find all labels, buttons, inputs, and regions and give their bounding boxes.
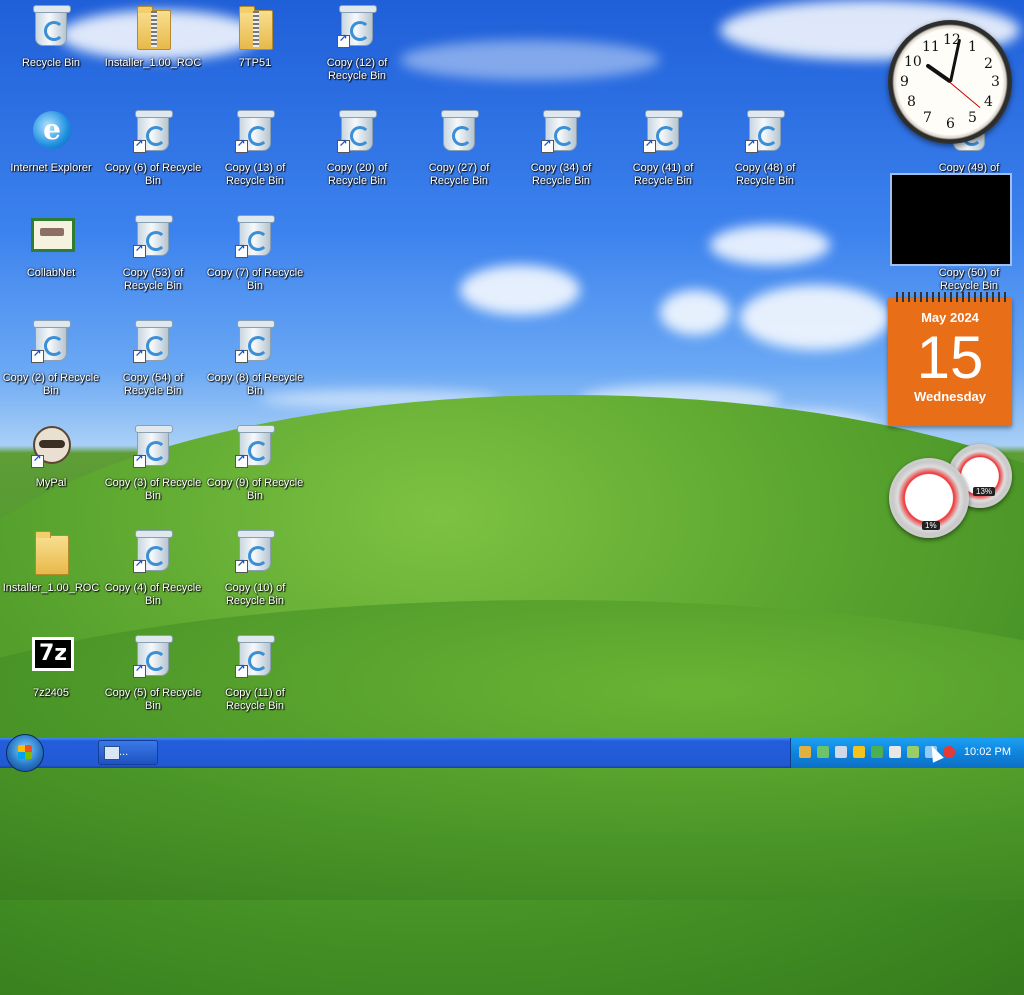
desktop-icon-7z2405[interactable]: 7z 7z2405: [0, 632, 102, 700]
desktop-icon-copy-2[interactable]: Copy (2) of Recycle Bin: [0, 317, 102, 398]
desktop-icon-copy-54[interactable]: Copy (54) of Recycle Bin: [102, 317, 204, 398]
clock-number: 7: [923, 110, 932, 126]
recycle-bin-shortcut-icon: [235, 634, 275, 678]
desktop-icon-copy-4[interactable]: Copy (4) of Recycle Bin: [102, 527, 204, 608]
desktop-icon-copy-11[interactable]: Copy (11) of Recycle Bin: [204, 632, 306, 713]
recycle-bin-shortcut-icon: [337, 109, 377, 153]
tray-antivirus-icon[interactable]: [871, 746, 883, 758]
clock-number: 11: [922, 39, 940, 55]
recycle-bin-shortcut-icon: [235, 424, 275, 468]
taskbar-window-label: ...: [119, 746, 129, 758]
tray-shield-icon[interactable]: [853, 746, 865, 758]
recycle-bin-shortcut-icon: [337, 4, 377, 48]
recycle-bin-shortcut-icon: [31, 319, 71, 363]
recycle-bin-shortcut-icon: [235, 319, 275, 363]
tray-key-icon[interactable]: [799, 746, 811, 758]
calendar-day: 15: [916, 324, 984, 391]
desktop-icon-installer-2[interactable]: Installer_1.00_ROC: [0, 527, 102, 595]
clock-number: 8: [907, 94, 916, 110]
tray-connection-icon[interactable]: [907, 746, 919, 758]
recycle-bin-shortcut-icon: [133, 214, 173, 258]
recycle-bin-shortcut-icon: [133, 424, 173, 468]
recycle-bin-shortcut-icon: [133, 634, 173, 678]
certificate-icon: [31, 214, 75, 258]
calendar-weekday: Wednesday: [913, 389, 986, 404]
start-button[interactable]: [6, 734, 44, 772]
tray-update-icon[interactable]: [889, 746, 901, 758]
desktop-icon-copy-13[interactable]: Copy (13) of Recycle Bin: [204, 107, 306, 188]
desktop-icon-copy-34[interactable]: Copy (34) of Recycle Bin: [510, 107, 612, 188]
recycle-bin-icon: [439, 109, 479, 153]
desktop-icon-copy-8[interactable]: Copy (8) of Recycle Bin: [204, 317, 306, 398]
window-icon: [104, 746, 120, 760]
desktop-icon-internet-explorer[interactable]: e Internet Explorer: [0, 107, 102, 175]
clock-number: 9: [900, 74, 909, 90]
tray-monitor-icon[interactable]: [835, 746, 847, 758]
clock-gadget[interactable]: 12 1 2 3 4 5 6 7 8 9 10 11: [888, 20, 1012, 144]
taskbar-clock[interactable]: 10:02 PM: [964, 746, 1011, 758]
desktop-icon-installer[interactable]: Installer_1.00_ROC: [102, 2, 204, 70]
recycle-bin-shortcut-icon: [235, 529, 275, 573]
folder-icon: [31, 529, 71, 575]
clock-number: 2: [984, 56, 993, 72]
desktop-icon-copy-41[interactable]: Copy (41) of Recycle Bin: [612, 107, 714, 188]
calendar-rings: [892, 292, 1008, 302]
cpu-meter: 1%: [889, 458, 969, 538]
zip-folder-icon: [235, 4, 275, 50]
desktop-icon-copy-5[interactable]: Copy (5) of Recycle Bin: [102, 632, 204, 713]
desktop-icon-copy-27[interactable]: Copy (27) of Recycle Bin: [408, 107, 510, 188]
recycle-bin-shortcut-icon: [133, 109, 173, 153]
internet-explorer-icon: e: [31, 109, 71, 153]
recycle-bin-shortcut-icon: [541, 109, 581, 153]
7zip-icon: 7z: [31, 634, 74, 678]
clock-number: 3: [991, 74, 1000, 90]
memory-percent: 13%: [973, 487, 996, 496]
desktop-icon-copy-20[interactable]: Copy (20) of Recycle Bin: [306, 107, 408, 188]
desktop-icon-copy-53[interactable]: Copy (53) of Recycle Bin: [102, 212, 204, 293]
desktop-icon-copy-12[interactable]: Copy (12) of Recycle Bin: [306, 2, 408, 83]
recycle-bin-shortcut-icon: [745, 109, 785, 153]
clock-number: 4: [984, 94, 993, 110]
tray-network-icon[interactable]: [817, 746, 829, 758]
desktop-icon-copy-6[interactable]: Copy (6) of Recycle Bin: [102, 107, 204, 188]
blank-gadget[interactable]: [890, 173, 1012, 266]
calendar-gadget[interactable]: May 2024 15 Wednesday: [888, 292, 1012, 426]
clock-number: 6: [946, 116, 955, 132]
windows-logo-icon: [18, 745, 32, 759]
recycle-bin-shortcut-icon: [235, 109, 275, 153]
recycle-bin-shortcut-icon: [133, 319, 173, 363]
desktop-icon-collabnet[interactable]: CollabNet: [0, 212, 102, 280]
desktop-icon-mypal[interactable]: MyPal: [0, 422, 102, 490]
clock-number: 1: [968, 39, 977, 55]
recycle-bin-shortcut-icon: [235, 214, 275, 258]
desktop-icon-copy-9[interactable]: Copy (9) of Recycle Bin: [204, 422, 306, 503]
clock-second-hand: [949, 81, 981, 109]
raccoon-icon: [31, 424, 71, 468]
clock-number: 5: [968, 110, 977, 126]
taskbar-window-button[interactable]: ...: [98, 740, 158, 765]
tray-close-icon[interactable]: [943, 746, 955, 758]
desktop-icon-copy-10[interactable]: Copy (10) of Recycle Bin: [204, 527, 306, 608]
desktop-icon-copy-48[interactable]: Copy (48) of Recycle Bin: [714, 107, 816, 188]
desktop-icon-copy-3[interactable]: Copy (3) of Recycle Bin: [102, 422, 204, 503]
zip-folder-icon: [133, 4, 173, 50]
recycle-bin-shortcut-icon: [133, 529, 173, 573]
recycle-bin-shortcut-icon: [643, 109, 683, 153]
system-tray: 10:02 PM: [790, 738, 1024, 768]
desktop-icon-copy-7[interactable]: Copy (7) of Recycle Bin: [204, 212, 306, 293]
clock-number: 10: [904, 54, 922, 70]
recycle-bin-icon: [31, 4, 71, 48]
cpu-percent: 1%: [922, 521, 940, 530]
calendar-month: May 2024: [921, 310, 979, 325]
desktop-icon-7tp51[interactable]: 7TP51: [204, 2, 306, 70]
desktop-icon-recycle-bin[interactable]: Recycle Bin: [0, 2, 102, 70]
taskbar: ... 10:02 PM: [0, 734, 1024, 772]
